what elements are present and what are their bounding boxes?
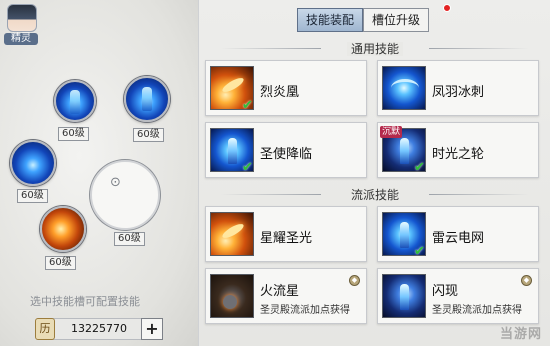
check-icon: ✔ [414, 160, 425, 175]
add-currency-button[interactable]: + [141, 318, 163, 340]
tab-bar: 技能装配 槽位升级 [297, 8, 430, 34]
section-school-title: 流派技能 [346, 188, 403, 202]
skill-card-school-1[interactable]: 星耀圣光 [205, 206, 367, 262]
meteor-icon [210, 274, 254, 318]
skill-name: 雷云电网 [432, 231, 485, 246]
section-common-header: 通用技能 [209, 40, 541, 56]
figure-glyph [400, 222, 409, 248]
slot-hint-text: 选中技能槽可配置技能 [30, 295, 140, 308]
skill-slot-4[interactable] [40, 206, 86, 252]
lock-icon: ◆ [349, 275, 360, 286]
skill-card-common-1[interactable]: ✔ 烈炎凰 [205, 60, 367, 116]
skill-slot-1-art [70, 90, 80, 115]
skill-card-school-2[interactable]: ✔ 雷云电网 [377, 206, 539, 262]
skill-name: 火流星 [260, 284, 300, 299]
skill-name: 凤羽冰刺 [432, 85, 485, 100]
skill-name: 闪现 [432, 284, 459, 299]
skill-slot-4-level: 60级 [45, 256, 76, 270]
skill-slot-2-art [142, 87, 152, 112]
spirit-button[interactable]: 精灵 [4, 4, 40, 45]
spirit-avatar [7, 4, 37, 32]
spirit-label: 精灵 [4, 33, 38, 45]
skill-card-school-3[interactable]: ◆ 火流星 圣灵殿流派加点获得 [205, 268, 367, 324]
skill-card-common-3[interactable]: ✔ 圣使降临 [205, 122, 367, 178]
currency-value: 13225770 [71, 322, 127, 335]
skill-name: 星耀圣光 [260, 231, 313, 246]
star-light-icon [210, 212, 254, 256]
skill-slot-3[interactable] [10, 140, 56, 186]
tab-skill-equip[interactable]: 技能装配 [297, 8, 364, 32]
blink-icon [382, 274, 426, 318]
skill-name: 圣使降临 [260, 147, 313, 162]
skill-slot-selected-level: 60级 [114, 232, 145, 246]
skill-slot-2-level: 60级 [133, 128, 164, 142]
skill-name: 时光之轮 [432, 147, 485, 162]
section-common-title: 通用技能 [346, 42, 403, 56]
notification-dot [443, 4, 451, 12]
check-icon: ✔ [242, 160, 253, 175]
currency-bar: 历 13225770 + [35, 318, 163, 340]
tab-slot-upgrade[interactable]: 槽位升级 [363, 8, 430, 32]
skill-card-common-4[interactable]: 沉默 ✔ 时光之轮 [377, 122, 539, 178]
skill-slot-panel: 精灵 60级 60级 60级 ⊙ 60级 60级 选中技能槽可配置技能 历 13… [0, 0, 198, 346]
check-icon: ✔ [242, 98, 253, 113]
skill-unlock-note: 圣灵殿流派加点获得 [432, 305, 522, 316]
skill-card-school-4[interactable]: ◆ 闪现 圣灵殿流派加点获得 [377, 268, 539, 324]
silence-tag: 沉默 [380, 126, 403, 138]
meteor-glyph [223, 295, 237, 309]
figure-glyph [400, 138, 409, 164]
skill-slot-1[interactable] [54, 80, 96, 122]
skill-list-panel: 技能装配 槽位升级 通用技能 ✔ 烈炎凰 凤羽冰刺 ✔ 圣使降临 沉默 ✔ 时光… [198, 0, 550, 346]
currency-icon: 历 [35, 318, 55, 340]
flame-glyph [220, 75, 246, 95]
lock-icon: ◆ [521, 275, 532, 286]
skill-slot-2[interactable] [124, 76, 170, 122]
ice-phoenix-icon [382, 66, 426, 110]
skill-name: 烈炎凰 [260, 85, 300, 100]
flame-glyph [220, 221, 246, 241]
skill-slot-1-level: 60级 [58, 127, 89, 141]
skill-slot-selected[interactable]: ⊙ [90, 160, 160, 230]
figure-glyph [400, 284, 409, 310]
wings-glyph [391, 79, 419, 97]
watermark: 当游网 [499, 327, 542, 342]
skill-slot-3-level: 60级 [17, 189, 48, 203]
skill-card-common-2[interactable]: 凤羽冰刺 [377, 60, 539, 116]
check-icon: ✔ [414, 244, 425, 259]
figure-glyph [228, 138, 237, 164]
section-school-header: 流派技能 [209, 186, 541, 202]
compass-icon: ⊙ [110, 175, 121, 190]
skill-unlock-note: 圣灵殿流派加点获得 [260, 305, 350, 316]
